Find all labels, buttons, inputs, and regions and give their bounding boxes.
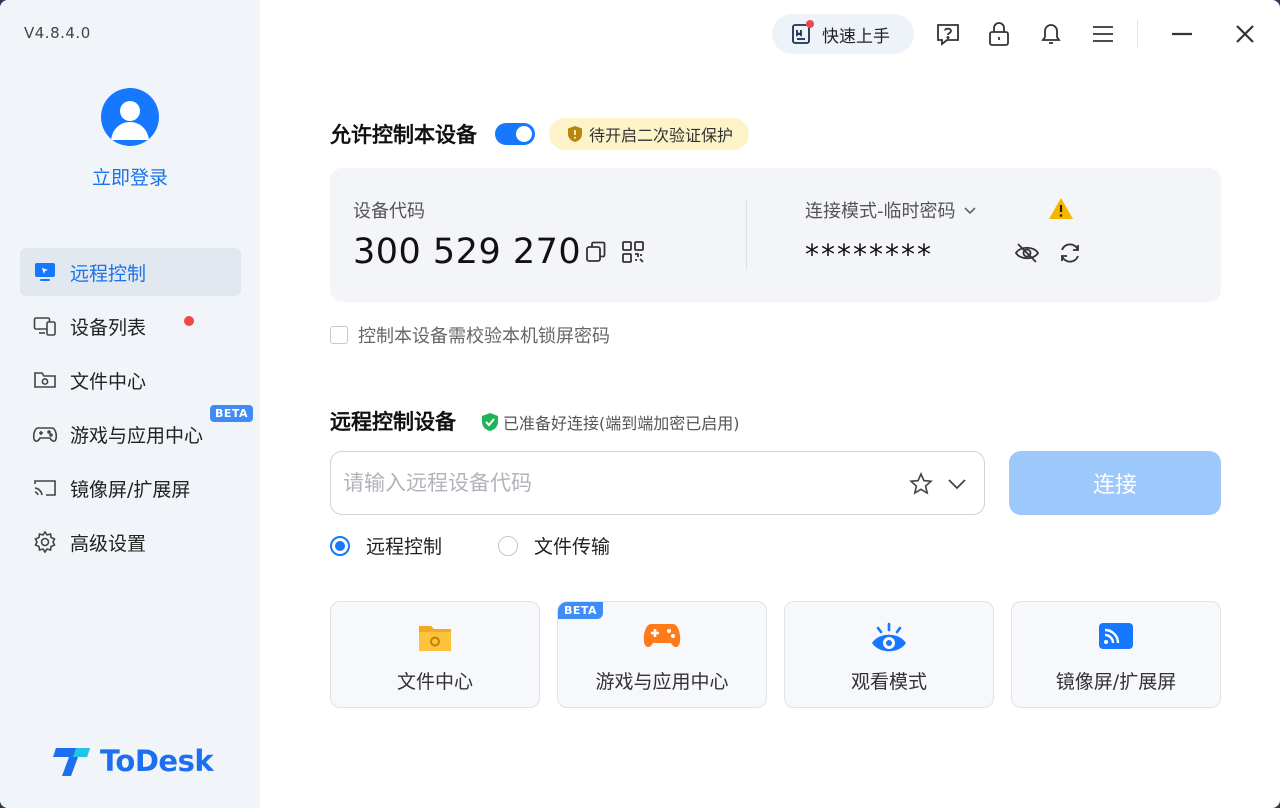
sidebar-item-label: 设备列表	[70, 316, 147, 339]
help-icon[interactable]	[934, 20, 962, 48]
notification-dot	[806, 20, 814, 28]
checkbox[interactable]	[330, 326, 348, 344]
status-text: 已准备好连接(端到端加密已启用)	[503, 414, 740, 433]
sidebar-item-game-app-center[interactable]: 游戏与应用中心 BETA	[20, 405, 254, 458]
tile-watch-mode[interactable]: 观看模式	[784, 601, 994, 708]
warning-label: 待开启二次验证保护	[589, 126, 734, 145]
todesk-logo-icon	[53, 748, 90, 776]
allow-control-title: 允许控制本设备	[330, 123, 477, 147]
tile-label: 游戏与应用中心	[595, 671, 729, 693]
refresh-icon[interactable]	[1057, 240, 1083, 266]
radio-button[interactable]	[330, 535, 350, 556]
mode-file-transfer-radio[interactable]: 文件传输	[498, 532, 610, 559]
quickstart-label: 快速上手	[822, 26, 890, 47]
connect-button[interactable]: 连接	[1009, 451, 1221, 515]
sidebar-item-label: 高级设置	[70, 532, 147, 555]
sidebar-item-remote-control[interactable]: 远程控制	[20, 248, 241, 296]
menu-icon[interactable]	[1089, 20, 1117, 48]
shield-alert-icon	[568, 126, 582, 142]
copy-icon[interactable]	[583, 239, 609, 265]
user-icon	[111, 101, 149, 140]
folder-icon	[331, 620, 539, 654]
brand-logo: ToDesk	[52, 744, 214, 778]
sidebar-item-label: 远程控制	[70, 262, 147, 285]
quickstart-button[interactable]: 快速上手	[772, 14, 914, 54]
radio-label: 远程控制	[366, 536, 443, 558]
device-code: 300 529 270	[353, 232, 582, 272]
two-factor-warning-pill[interactable]: 待开启二次验证保护	[549, 118, 750, 150]
notification-dot	[184, 316, 194, 326]
sidebar-item-device-list[interactable]: 设备列表	[20, 302, 241, 350]
folder-gear-icon	[32, 367, 58, 393]
device-info-card: 设备代码 300 529 270 连接模式-临时密码 ********	[330, 168, 1221, 302]
cast-icon	[1012, 620, 1220, 652]
lock-icon[interactable]	[985, 20, 1013, 48]
app-version: V4.8.4.0	[24, 24, 91, 42]
connection-mode-label: 连接模式-临时密码	[805, 201, 956, 222]
tile-label: 文件中心	[396, 671, 473, 693]
toggle-knob	[516, 126, 532, 142]
beta-badge: BETA	[558, 602, 604, 619]
gamepad-icon	[558, 620, 766, 652]
checkbox-label: 控制本设备需校验本机锁屏密码	[358, 326, 610, 347]
star-icon[interactable]	[908, 471, 934, 497]
temporary-password: ********	[805, 238, 933, 271]
device-list-icon	[32, 313, 58, 339]
shield-check-icon	[482, 413, 498, 431]
remote-control-title: 远程控制设备	[330, 410, 456, 434]
cast-screen-icon	[32, 475, 58, 501]
allow-control-toggle[interactable]	[495, 123, 535, 145]
device-code-label: 设备代码	[353, 201, 425, 222]
sidebar-item-file-center[interactable]: 文件中心	[20, 356, 241, 404]
qr-code-icon[interactable]	[620, 239, 646, 265]
sidebar-item-label: 文件中心	[70, 370, 147, 393]
monitor-remote-icon	[32, 259, 58, 285]
todesk-window: V4.8.4.0 立即登录 远程控制 设备列表 文件中心 游戏与应用中心 BET…	[0, 0, 1280, 808]
sidebar-item-advanced-settings[interactable]: 高级设置	[20, 518, 241, 566]
login-link[interactable]: 立即登录	[0, 163, 260, 190]
tile-mirror-screen[interactable]: 镜像屏/扩展屏	[1011, 601, 1221, 708]
close-icon[interactable]	[1231, 20, 1259, 48]
tile-label: 镜像屏/扩展屏	[1055, 671, 1177, 693]
sidebar-item-label: 游戏与应用中心	[70, 424, 204, 447]
gear-icon	[32, 529, 58, 555]
connection-mode-select[interactable]: 连接模式-临时密码	[805, 197, 978, 223]
card-divider	[746, 200, 747, 270]
remote-code-field	[330, 451, 985, 515]
tile-game-app-center[interactable]: BETA 游戏与应用中心	[557, 601, 767, 708]
gamepad-icon	[32, 421, 58, 447]
minimize-icon[interactable]	[1168, 20, 1196, 48]
radio-button[interactable]	[498, 535, 518, 556]
eye-off-icon[interactable]	[1014, 240, 1040, 266]
chevron-down-icon[interactable]	[944, 471, 970, 497]
bell-icon[interactable]	[1037, 20, 1065, 48]
beta-badge: BETA	[210, 405, 254, 422]
brand-name: ToDesk	[100, 744, 214, 778]
sidebar: V4.8.4.0 立即登录 远程控制 设备列表 文件中心 游戏与应用中心 BET…	[0, 0, 260, 808]
sidebar-item-mirror-screen[interactable]: 镜像屏/扩展屏	[20, 464, 241, 512]
chevron-down-icon	[963, 207, 976, 215]
mode-remote-control-radio[interactable]: 远程控制	[330, 532, 442, 559]
sidebar-item-label: 镜像屏/扩展屏	[70, 478, 191, 501]
eye-icon	[785, 620, 993, 656]
radio-label: 文件传输	[534, 536, 611, 558]
sidebar-nav: 远程控制 设备列表 文件中心 游戏与应用中心 BETA 镜像屏/扩展屏 高级设置	[20, 248, 254, 572]
connection-status: 已准备好连接(端到端加密已启用)	[481, 410, 740, 434]
tile-file-center[interactable]: 文件中心	[330, 601, 540, 708]
avatar[interactable]	[101, 88, 159, 146]
tile-label: 观看模式	[850, 671, 927, 693]
lock-screen-password-check[interactable]: 控制本设备需校验本机锁屏密码	[330, 322, 610, 348]
remote-code-input[interactable]	[343, 452, 903, 514]
toolbar-divider	[1137, 20, 1138, 48]
warning-triangle-icon[interactable]	[1048, 196, 1074, 222]
